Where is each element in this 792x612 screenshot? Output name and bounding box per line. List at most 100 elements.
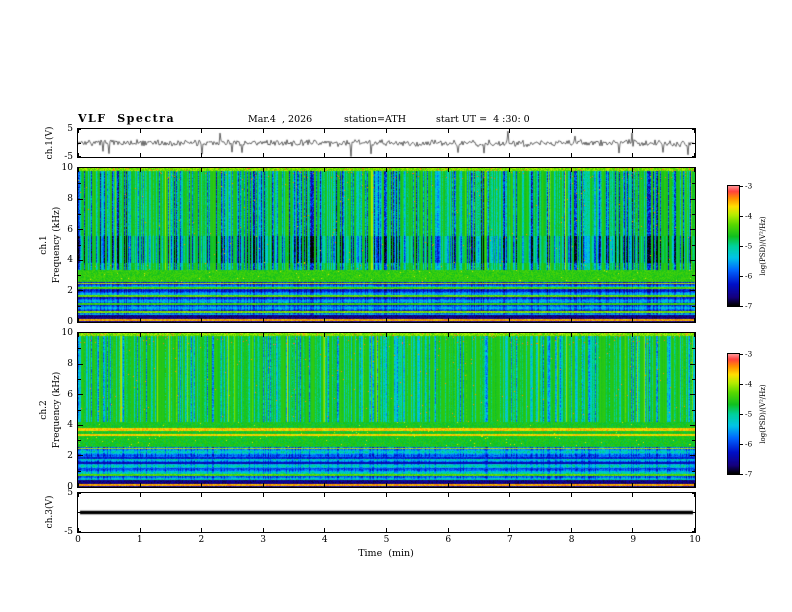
minute-tick	[140, 168, 141, 172]
voltage-tick	[78, 493, 81, 494]
figure-title: VLF Spectra	[78, 112, 176, 125]
minute-tick	[694, 333, 695, 337]
time-tick-label: 4	[321, 535, 328, 545]
time-axis-label: Time (min)	[358, 548, 414, 559]
minute-tick	[571, 168, 572, 172]
ch1-colorbar-tick-label: -5	[745, 241, 753, 251]
minute-tick	[324, 129, 325, 133]
frequency-tick	[692, 306, 695, 307]
minute-tick	[448, 528, 449, 532]
frequency-tick	[692, 471, 695, 472]
minute-tick	[324, 528, 325, 532]
ch2-frequency-tick-label: 6	[67, 389, 73, 400]
voltage-tick	[78, 143, 81, 144]
ch1-frequency-tick-label: 4	[67, 255, 73, 266]
frequency-tick	[690, 455, 695, 456]
vlf-spectra-figure: VLF Spectra Mar.4 , 2026 station=ATH sta…	[0, 0, 792, 612]
minute-tick	[201, 318, 202, 322]
ch2-colorbar-tick-label: -3	[745, 349, 753, 359]
frequency-tick	[692, 275, 695, 276]
minute-tick	[509, 493, 510, 497]
ch1-colorbar-tick-label: -3	[745, 181, 753, 191]
frequency-tick	[78, 183, 81, 184]
minute-tick	[571, 129, 572, 133]
minute-tick	[509, 153, 510, 157]
ch2-frequency-tick-label: 2	[67, 451, 73, 462]
frequency-tick	[692, 348, 695, 349]
minute-tick	[694, 168, 695, 172]
ch1-spectrogram-panel	[77, 167, 696, 323]
minute-tick	[201, 528, 202, 532]
ch1-colorbar-tick	[740, 276, 743, 277]
time-tick-label: 5	[383, 535, 390, 545]
minute-tick	[448, 129, 449, 133]
time-tick-label: 10	[689, 535, 701, 545]
minute-tick	[571, 333, 572, 337]
time-tick-label: 3	[260, 535, 266, 545]
minute-tick	[571, 528, 572, 532]
minute-tick	[386, 318, 387, 322]
ch1-colorbar-canvas	[728, 186, 739, 306]
frequency-tick	[78, 275, 81, 276]
minute-tick	[632, 528, 633, 532]
frequency-tick	[78, 425, 83, 426]
minute-tick	[263, 333, 264, 337]
ch1-voltage-tick-label: 5	[67, 124, 73, 134]
minute-tick	[78, 483, 79, 487]
frequency-tick	[78, 471, 81, 472]
frequency-tick	[78, 348, 81, 349]
minute-tick	[201, 153, 202, 157]
minute-tick	[571, 318, 572, 322]
minute-tick	[140, 493, 141, 497]
frequency-tick	[692, 410, 695, 411]
ch2-spec-frequency-axis-label: Frequency (kHz)	[52, 371, 62, 449]
ch2-colorbar-tick-label: -7	[745, 469, 753, 479]
ch2-frequency-tick-label: 8	[67, 358, 73, 369]
ch2-colorbar-tick-label: -6	[745, 439, 753, 449]
minute-tick	[324, 153, 325, 157]
ch3-waveform-canvas	[78, 493, 695, 532]
time-tick-label: 8	[568, 535, 575, 545]
frequency-tick	[692, 245, 695, 246]
ch1-frequency-tick-label: 6	[67, 224, 73, 235]
ch1-colorbar-tick-label: -4	[745, 211, 753, 221]
ch2-colorbar-label: log(PSD)/(V²/Hz)	[759, 384, 767, 444]
frequency-tick	[78, 290, 83, 291]
minute-tick	[509, 528, 510, 532]
minute-tick	[448, 318, 449, 322]
ch3-voltage-tick-label: -5	[64, 527, 73, 537]
ch1-voltage-axis-label: ch.1(V)	[45, 126, 55, 160]
frequency-tick	[78, 379, 81, 380]
frequency-tick	[692, 183, 695, 184]
minute-tick	[632, 483, 633, 487]
frequency-tick	[78, 440, 81, 441]
frequency-tick	[690, 394, 695, 395]
frequency-tick	[690, 229, 695, 230]
minute-tick	[571, 483, 572, 487]
ch1-spectrogram-canvas	[78, 168, 695, 322]
ch1-colorbar-tick-label: -7	[745, 301, 753, 311]
minute-tick	[324, 318, 325, 322]
voltage-tick	[692, 143, 695, 144]
minute-tick	[263, 493, 264, 497]
ch2-colorbar-tick	[740, 414, 743, 415]
minute-tick	[324, 333, 325, 337]
minute-tick	[448, 493, 449, 497]
time-tick-label: 6	[445, 535, 452, 545]
ch1-frequency-tick-label: 2	[67, 286, 73, 297]
ch1-spec-frequency-axis-label: Frequency (kHz)	[52, 206, 62, 284]
ch1-voltage-tick-label: -5	[64, 152, 73, 162]
ch2-colorbar-canvas	[728, 354, 739, 474]
minute-tick	[201, 483, 202, 487]
time-tick-label: 0	[75, 535, 81, 545]
minute-tick	[201, 129, 202, 133]
ch2-colorbar-tick	[740, 384, 743, 385]
minute-tick	[571, 153, 572, 157]
minute-tick	[140, 483, 141, 487]
frequency-tick	[690, 425, 695, 426]
minute-tick	[263, 168, 264, 172]
figure-date: Mar.4 , 2026	[248, 114, 313, 125]
ch1-colorbar-tick	[740, 306, 743, 307]
minute-tick	[201, 493, 202, 497]
ch2-colorbar-tick-label: -4	[745, 379, 753, 389]
